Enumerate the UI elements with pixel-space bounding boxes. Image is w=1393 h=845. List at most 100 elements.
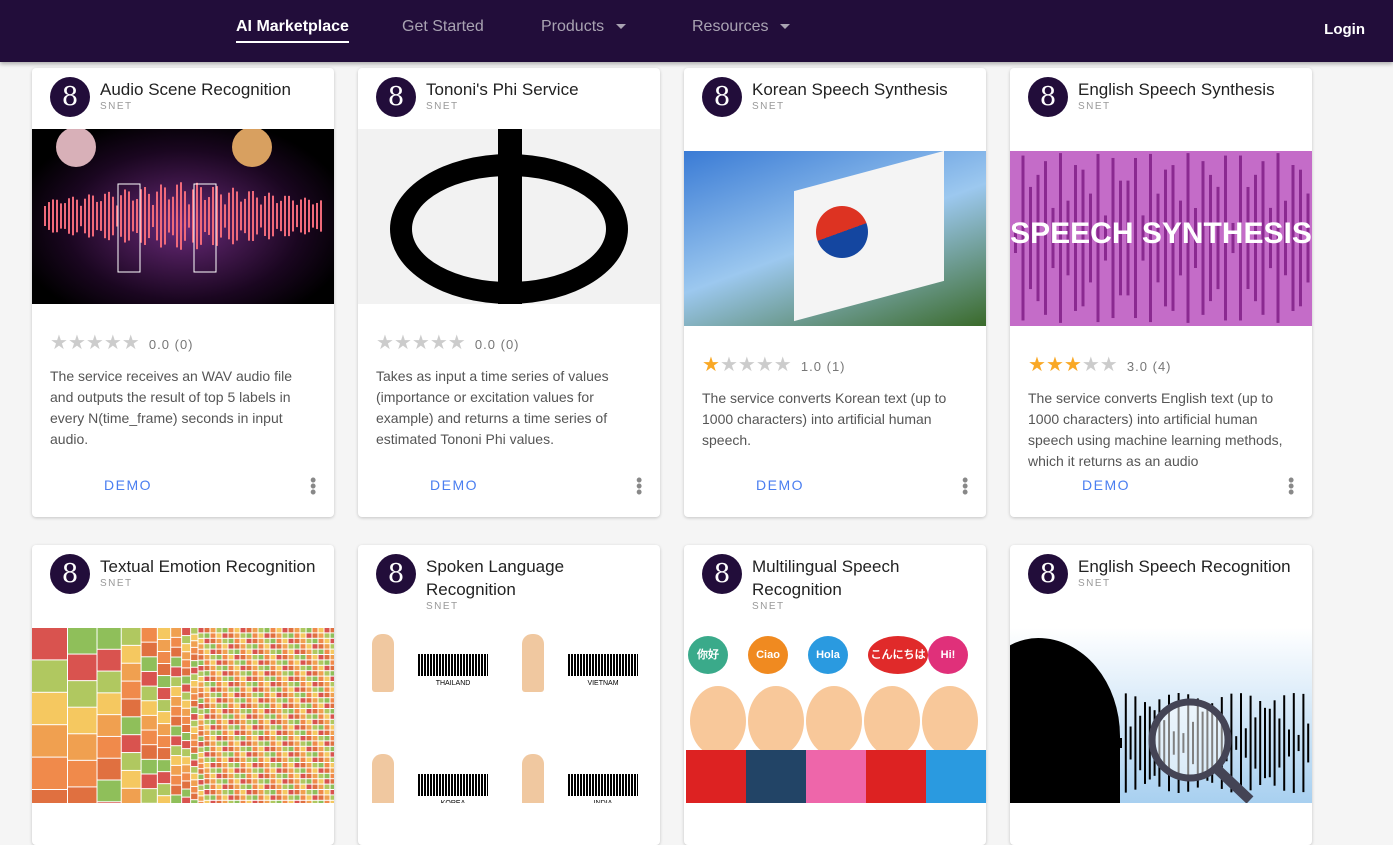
card-title[interactable]: English Speech Recognition xyxy=(1078,557,1291,576)
card-header: 8 Spoken Language Recognition SNET xyxy=(358,545,660,628)
service-card[interactable]: 8 English Speech Recognition SNET xyxy=(1010,545,1312,845)
more-options-icon[interactable]: • • • xyxy=(636,471,642,501)
star-icon: ★ xyxy=(67,332,86,354)
demo-button[interactable]: DEMO xyxy=(756,477,804,493)
star-icon: ★ xyxy=(719,354,738,376)
card-org: SNET xyxy=(1078,101,1111,112)
star-icon: ★ xyxy=(755,354,774,376)
card-org: SNET xyxy=(100,101,133,112)
more-options-icon[interactable]: • • • xyxy=(962,471,968,501)
card-title[interactable]: English Speech Synthesis xyxy=(1078,80,1275,99)
rating-count: (1) xyxy=(826,359,846,374)
star-icon: ★ xyxy=(103,332,122,354)
nav-resources-label: Resources xyxy=(692,18,769,35)
country-label: INDIA xyxy=(568,800,638,803)
service-card[interactable]: 8 Multilingual Speech Recognition SNET 你好 Ci… xyxy=(684,545,986,845)
snet-logo-icon: 8 xyxy=(50,77,90,117)
card-image[interactable]: THAILAND VIETNAM KOREA INDIA xyxy=(358,628,660,803)
rating-value: 0.0 xyxy=(474,337,496,352)
card-title[interactable]: Audio Scene Recognition xyxy=(100,80,291,99)
rating: ★★★★★ 3.0 (4) xyxy=(1028,352,1312,376)
card-image[interactable] xyxy=(32,628,334,803)
star-icon: ★ xyxy=(393,332,412,354)
card-image[interactable]: SPEECH SYNTHESIS xyxy=(1010,151,1312,326)
rating: ★★★★★ 1.0 (1) xyxy=(702,352,986,376)
card-image[interactable]: 你好 Ciao Hola こんにちは Hi! xyxy=(684,628,986,803)
rating: ★★★★★ 0.0 (0) xyxy=(376,330,660,354)
caret-down-icon xyxy=(780,24,791,30)
star-icon: ★ xyxy=(50,332,68,354)
card-org: SNET xyxy=(752,101,785,112)
card-org: SNET xyxy=(100,578,133,589)
more-options-icon[interactable]: • • • xyxy=(1288,471,1294,501)
star-icon: ★ xyxy=(702,354,720,376)
card-description: Takes as input a time series of values (… xyxy=(376,368,609,447)
service-card[interactable]: 8 Audio Scene Recognition SNET ★★★★★ 0.0 (0… xyxy=(32,68,334,517)
nav-get-started[interactable]: Get Started xyxy=(402,18,484,36)
star-icon: ★ xyxy=(121,332,140,354)
nav-products-label: Products xyxy=(541,18,605,35)
card-title[interactable]: Tononi's Phi Service xyxy=(426,80,579,99)
speech-synthesis-image-text: SPEECH SYNTHESIS xyxy=(1010,217,1312,250)
rating-count: (0) xyxy=(174,337,194,352)
card-header: 8 English Speech Synthesis SNET xyxy=(1010,68,1312,151)
star-icon: ★ xyxy=(411,332,430,354)
card-title[interactable]: Textual Emotion Recognition xyxy=(100,557,315,576)
card-org: SNET xyxy=(1078,578,1111,589)
star-icon: ★ xyxy=(737,354,756,376)
rating-count: (4) xyxy=(1152,359,1172,374)
card-title[interactable]: Multilingual Speech Recognition xyxy=(752,557,899,599)
greeting-bubble: Ciao xyxy=(748,636,788,674)
star-icon: ★ xyxy=(1063,354,1082,376)
star-icon: ★ xyxy=(773,354,792,376)
service-card[interactable]: 8 Tononi's Phi Service SNET ★★★★★ 0.0 (0) Ta… xyxy=(358,68,660,517)
snet-logo-icon: 8 xyxy=(1028,554,1068,594)
caret-down-icon xyxy=(616,24,627,30)
service-card[interactable]: 8 Korean Speech Synthesis SNET ★★★★★ 1.0 (1… xyxy=(684,68,986,517)
star-icon: ★ xyxy=(1028,354,1046,376)
nav-ai-marketplace[interactable]: AI Marketplace xyxy=(236,18,349,43)
rating-count: (0) xyxy=(500,337,520,352)
snet-logo-icon: 8 xyxy=(702,554,742,594)
demo-button[interactable]: DEMO xyxy=(430,477,478,493)
star-icon: ★ xyxy=(1045,354,1064,376)
star-icon: ★ xyxy=(1081,354,1100,376)
star-icon: ★ xyxy=(376,332,394,354)
card-header: 8 Tononi's Phi Service SNET xyxy=(358,68,660,129)
star-icon: ★ xyxy=(429,332,448,354)
snet-logo-icon: 8 xyxy=(376,77,416,117)
card-title[interactable]: Spoken Language Recognition xyxy=(426,557,564,599)
service-card[interactable]: 8 Spoken Language Recognition SNET THAILAND… xyxy=(358,545,660,845)
service-card[interactable]: 8 Textual Emotion Recognition SNET xyxy=(32,545,334,845)
greeting-bubble: Hi! xyxy=(928,636,968,674)
card-org: SNET xyxy=(426,101,459,112)
card-header: 8 Multilingual Speech Recognition SNET xyxy=(684,545,986,628)
star-icon: ★ xyxy=(447,332,466,354)
more-options-icon[interactable]: • • • xyxy=(310,471,316,501)
card-header: 8 Audio Scene Recognition SNET xyxy=(32,68,334,129)
greeting-bubble: Hola xyxy=(808,636,848,674)
login-button[interactable]: Login xyxy=(1324,21,1365,38)
card-image[interactable] xyxy=(684,151,986,326)
rating-value: 3.0 xyxy=(1126,359,1148,374)
card-title[interactable]: Korean Speech Synthesis xyxy=(752,80,948,99)
greeting-bubble: こんにちは xyxy=(868,636,928,674)
card-org: SNET xyxy=(752,601,785,612)
demo-button[interactable]: DEMO xyxy=(1082,477,1130,493)
country-label: THAILAND xyxy=(435,680,471,687)
star-icon: ★ xyxy=(85,332,104,354)
rating: ★★★★★ 0.0 (0) xyxy=(50,330,334,354)
nav-products[interactable]: Products xyxy=(541,18,627,36)
card-description: The service converts Korean text (up to … xyxy=(702,390,947,448)
star-icon: ★ xyxy=(1099,354,1118,376)
card-header: 8 English Speech Recognition SNET xyxy=(1010,545,1312,628)
card-image[interactable] xyxy=(358,129,660,304)
demo-button[interactable]: DEMO xyxy=(104,477,152,493)
nav-resources[interactable]: Resources xyxy=(692,18,791,36)
card-org: SNET xyxy=(426,601,459,612)
card-image[interactable] xyxy=(32,129,334,304)
snet-logo-icon: 8 xyxy=(50,554,90,594)
card-image[interactable] xyxy=(1010,628,1312,803)
card-header: 8 Textual Emotion Recognition SNET xyxy=(32,545,334,628)
service-card[interactable]: 8 English Speech Synthesis SNET SPEECH SYNT… xyxy=(1010,68,1312,517)
